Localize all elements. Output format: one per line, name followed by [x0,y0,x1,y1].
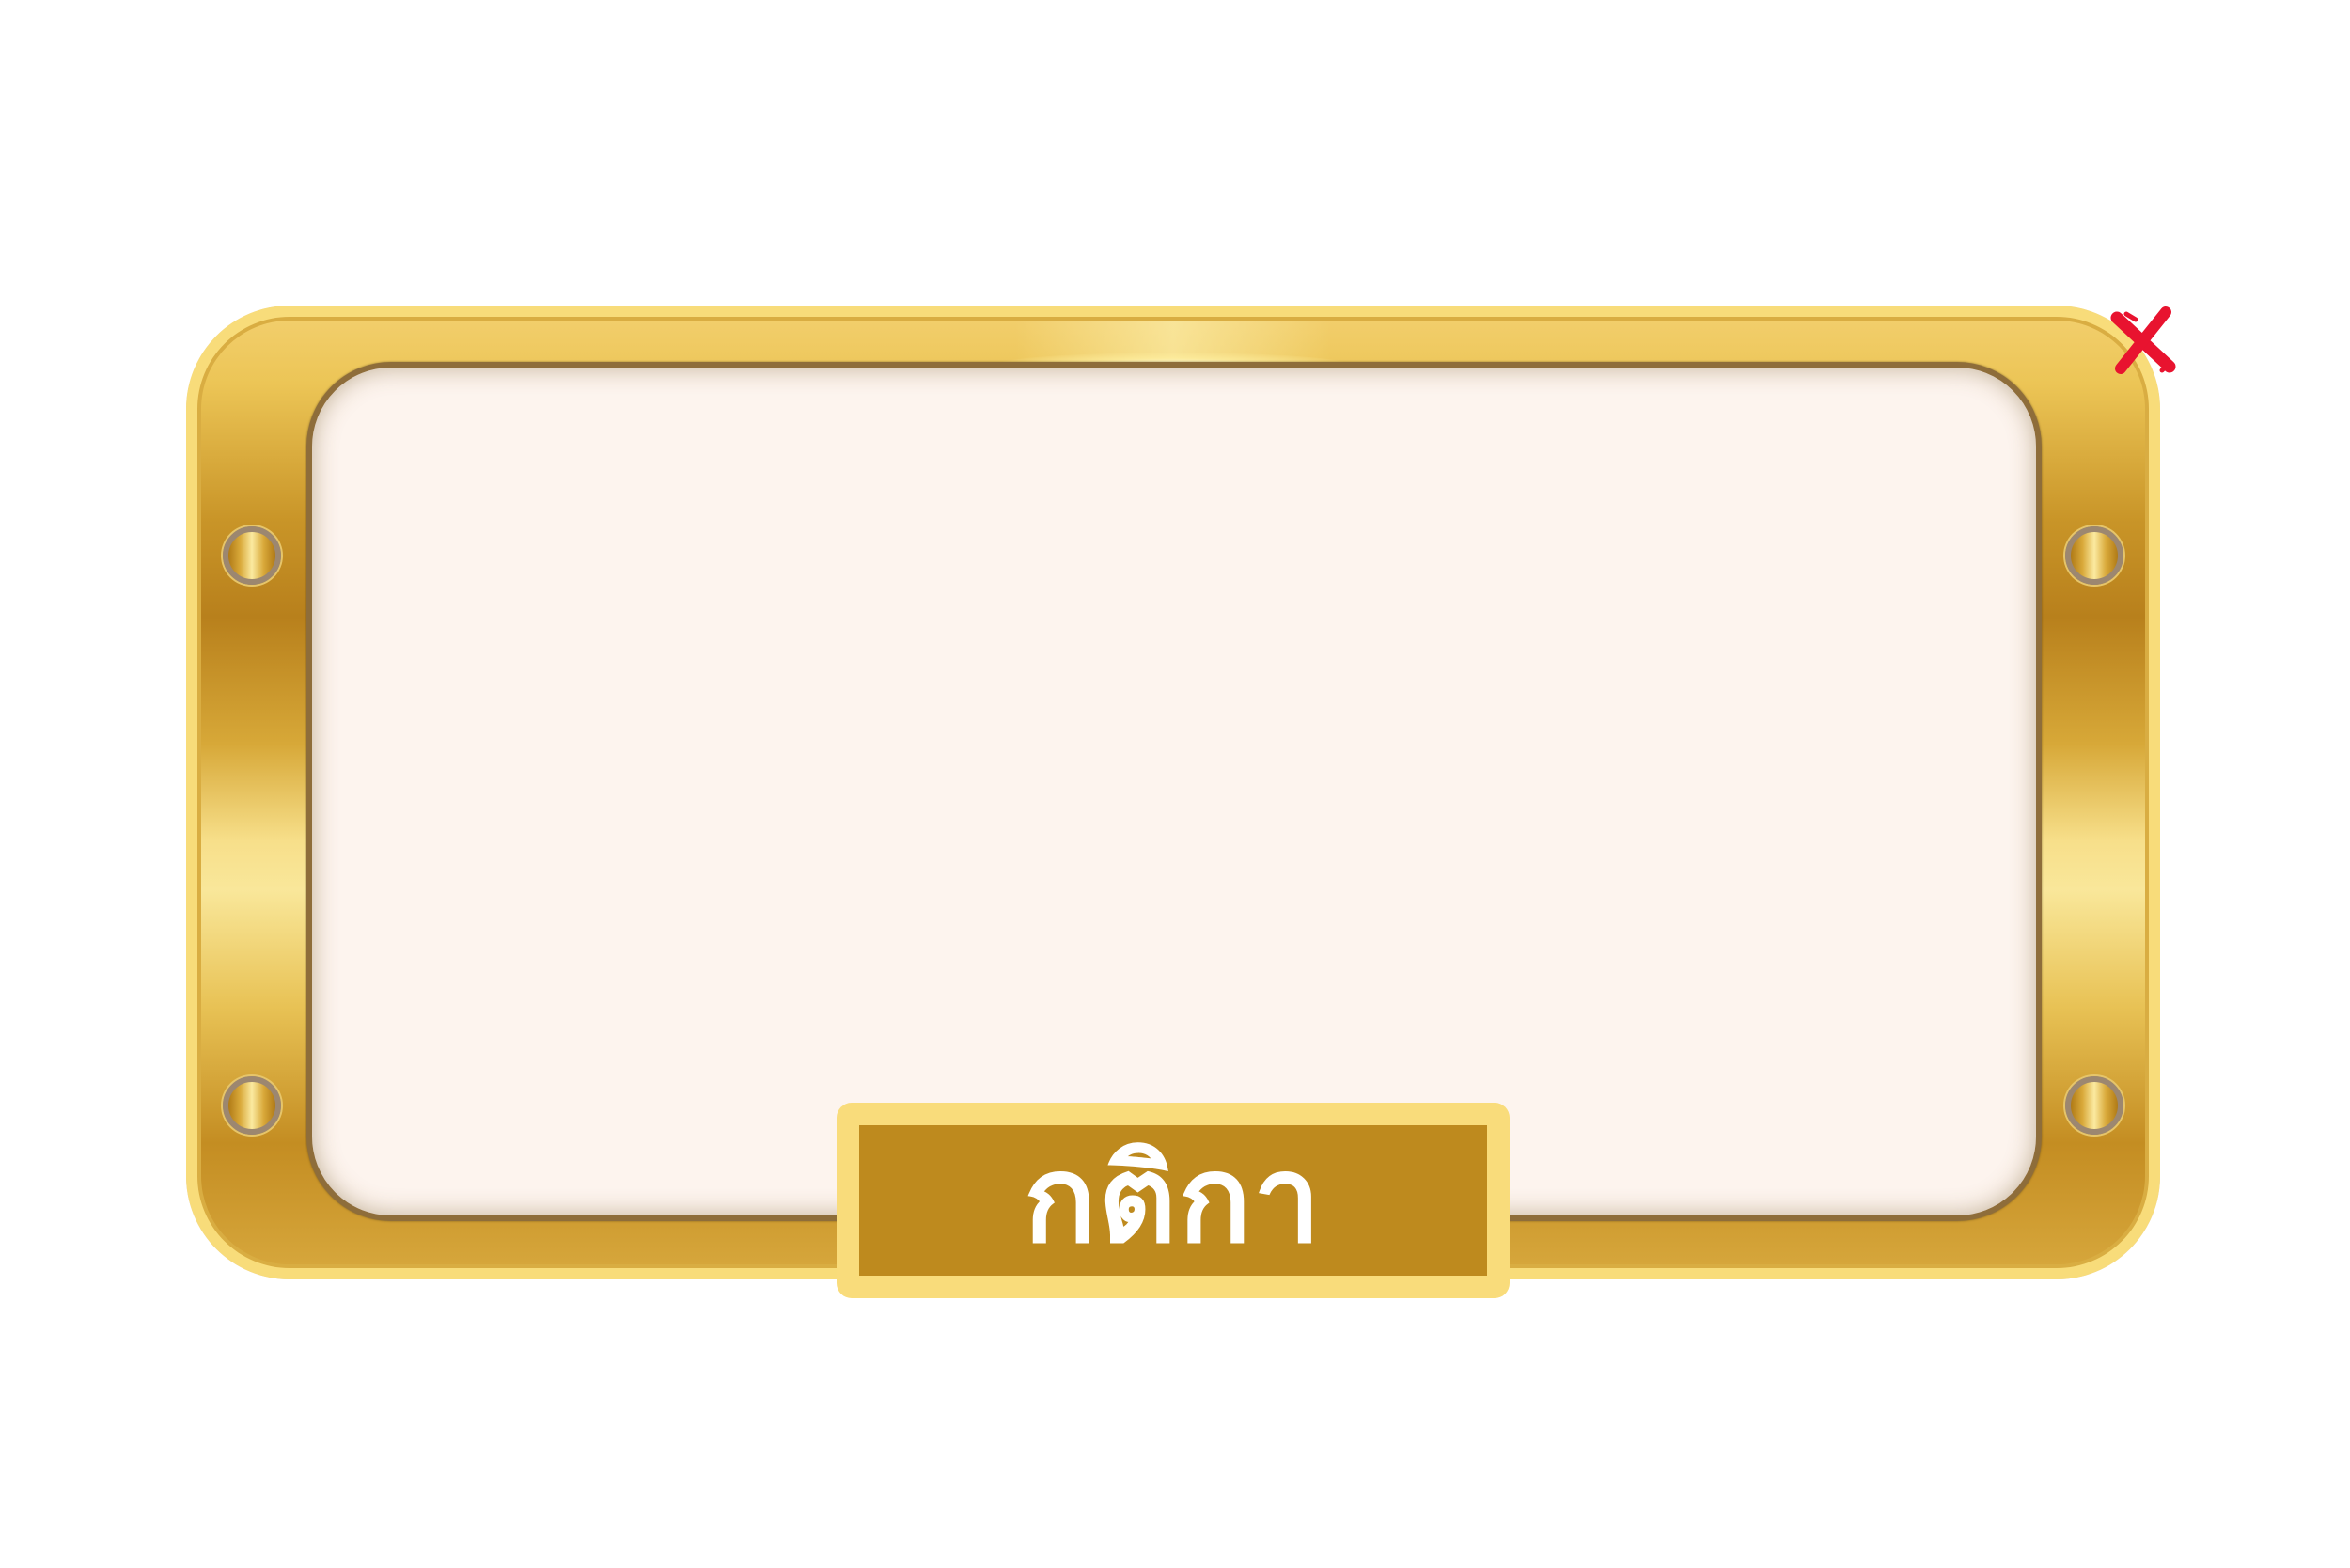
rivet-top-right [2065,526,2123,585]
rivet-top-left [223,526,281,585]
dialog-title: กติกา [1024,1130,1323,1270]
close-button[interactable] [2107,305,2181,378]
content-area[interactable] [306,362,2042,1221]
rules-dialog: กติกา [0,0,2350,1568]
rivet-bottom-right [2065,1076,2123,1135]
title-plate: กติกา [837,1103,1510,1298]
close-x-icon [2110,306,2176,374]
rivet-bottom-left [223,1076,281,1135]
title-plate-inner: กติกา [859,1125,1487,1276]
